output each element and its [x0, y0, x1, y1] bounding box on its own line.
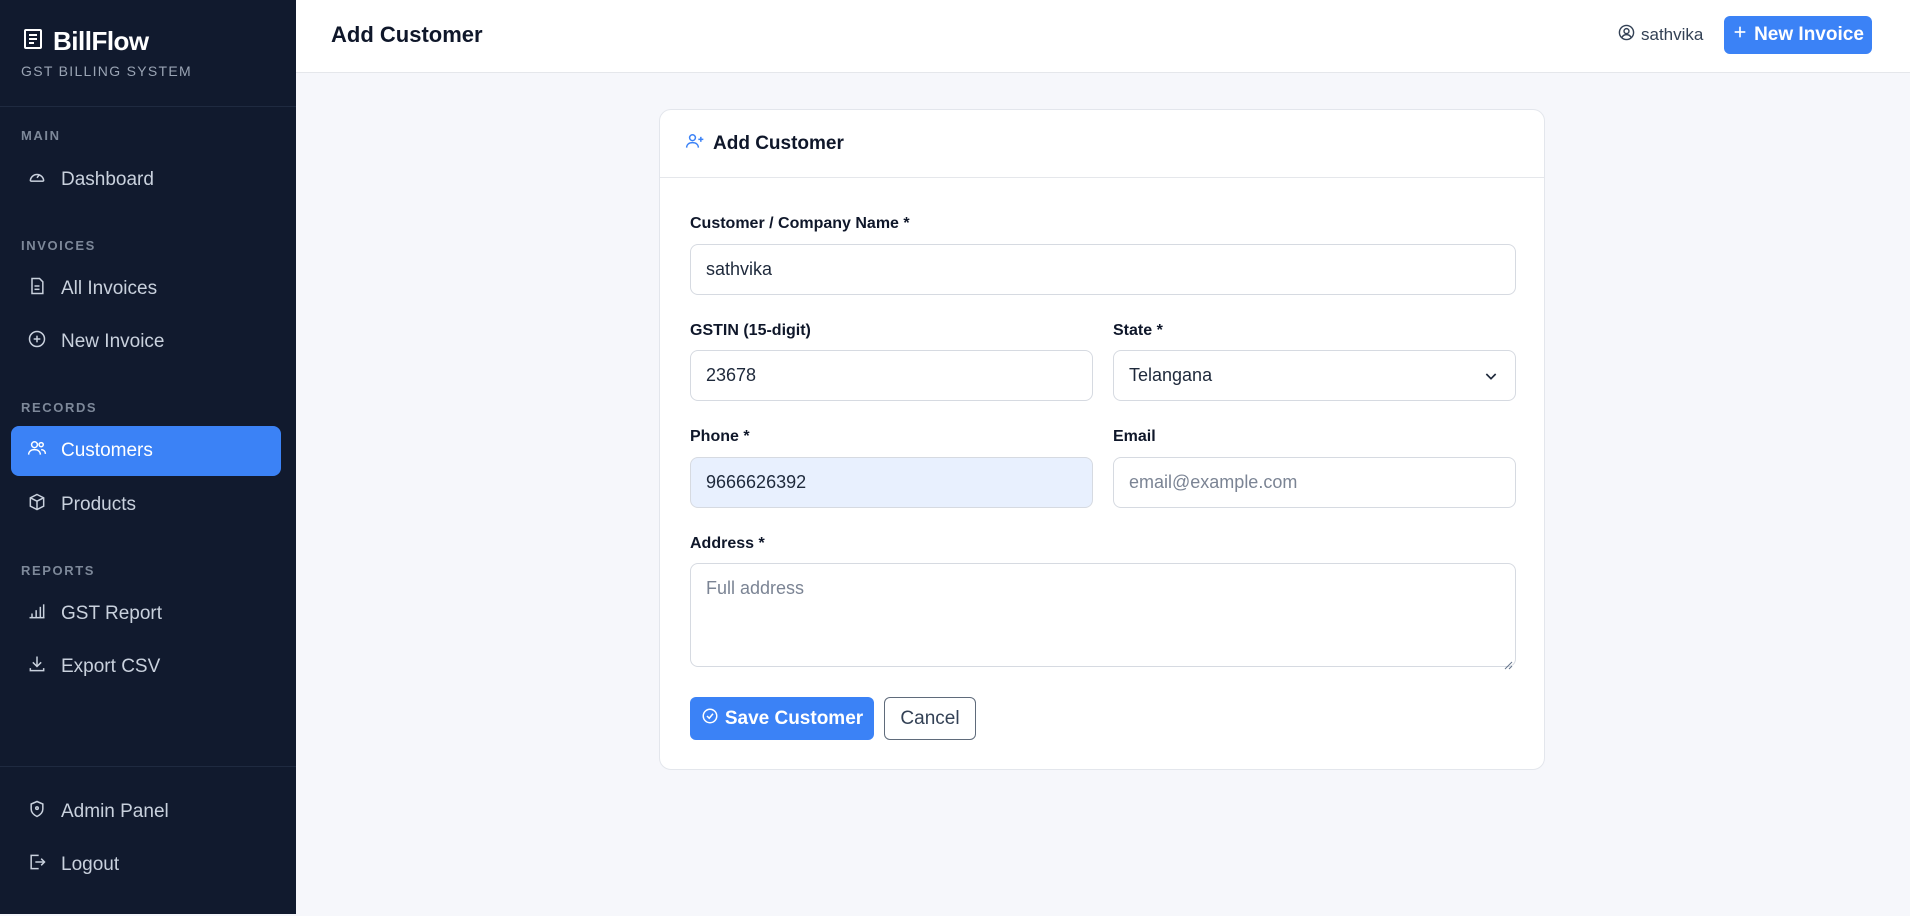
- user-plus-icon: [685, 131, 705, 156]
- sidebar-item-dashboard[interactable]: Dashboard: [11, 155, 281, 205]
- gstin-input[interactable]: 23678: [690, 350, 1093, 401]
- section-label-records: RECORDS: [21, 400, 98, 415]
- sidebar-item-export-csv[interactable]: Export CSV: [11, 642, 281, 692]
- section-label-reports: REPORTS: [21, 563, 96, 578]
- brand: BillFlow GST BILLING SYSTEM: [0, 0, 296, 107]
- sidebar-item-new-invoice[interactable]: New Invoice: [11, 317, 281, 367]
- brand-title: BillFlow: [53, 26, 149, 56]
- save-customer-button[interactable]: Save Customer: [690, 697, 874, 740]
- gstin-label: GSTIN (15-digit): [690, 322, 811, 339]
- box-icon: [27, 492, 47, 518]
- sidebar-item-label: Export CSV: [61, 656, 161, 677]
- sidebar-item-label: GST Report: [61, 603, 163, 624]
- customer-name-value: sathvika: [706, 259, 773, 279]
- receipt-icon: [21, 27, 45, 56]
- download-icon: [27, 654, 47, 680]
- document-icon: [27, 276, 47, 302]
- shield-icon: [27, 799, 47, 825]
- resize-handle-icon[interactable]: [1503, 654, 1513, 670]
- cancel-label: Cancel: [900, 707, 960, 729]
- logout-icon: [27, 852, 47, 878]
- brand-subtitle: GST BILLING SYSTEM: [21, 63, 192, 79]
- sidebar-item-label: Customers: [61, 440, 153, 461]
- address-label: Address *: [690, 535, 765, 552]
- save-customer-label: Save Customer: [724, 707, 864, 729]
- cancel-button[interactable]: Cancel: [884, 697, 976, 740]
- sidebar-item-gst-report[interactable]: GST Report: [11, 589, 281, 639]
- address-placeholder: Full address: [706, 578, 805, 598]
- chevron-down-icon: [1483, 368, 1499, 384]
- email-label: Email: [1113, 428, 1156, 445]
- sidebar-item-label: Dashboard: [61, 169, 154, 190]
- section-label-main: MAIN: [21, 128, 61, 143]
- name-label: Customer / Company Name *: [690, 215, 910, 232]
- phone-input[interactable]: 9666626392: [690, 457, 1093, 508]
- username: sathvika: [1641, 25, 1704, 44]
- phone-label: Phone *: [690, 428, 750, 445]
- address-textarea[interactable]: Full address: [690, 563, 1516, 670]
- new-invoice-button[interactable]: New Invoice: [1724, 16, 1872, 54]
- sidebar-item-customers[interactable]: Customers: [11, 426, 281, 476]
- sidebar-item-admin-panel[interactable]: Admin Panel: [11, 787, 281, 837]
- phone-value: 9666626392: [706, 472, 807, 492]
- check-circle-icon: [701, 707, 719, 731]
- page-title: Add Customer: [331, 22, 483, 47]
- sidebar-item-label: All Invoices: [61, 278, 158, 299]
- new-invoice-label: New Invoice: [1754, 24, 1864, 45]
- card-header: Add Customer: [660, 110, 1544, 178]
- plus-icon: [1732, 24, 1748, 46]
- plus-circle-icon: [27, 329, 47, 355]
- top-header: Add Customer sathvika New Invoice: [296, 0, 1910, 73]
- add-customer-card: Add Customer Customer / Company Name * s…: [659, 109, 1545, 770]
- sidebar-item-label: New Invoice: [61, 331, 165, 352]
- sidebar-item-label: Products: [61, 494, 136, 515]
- card-title: Add Customer: [713, 132, 844, 154]
- users-icon: [27, 438, 47, 464]
- state-value: Telangana: [1129, 365, 1213, 385]
- user-menu[interactable]: sathvika: [1618, 24, 1703, 46]
- gstin-value: 23678: [706, 365, 757, 385]
- sidebar-footer: [0, 766, 296, 767]
- sidebar-item-all-invoices[interactable]: All Invoices: [11, 264, 281, 314]
- email-input[interactable]: email@example.com: [1113, 457, 1516, 508]
- sidebar-item-logout[interactable]: Logout: [11, 840, 281, 890]
- email-placeholder: email@example.com: [1129, 472, 1298, 492]
- user-circle-icon: [1618, 24, 1635, 46]
- customer-name-input[interactable]: sathvika: [690, 244, 1516, 295]
- sidebar: BillFlow GST BILLING SYSTEM MAIN Dashboa…: [0, 0, 296, 914]
- dashboard-gauge-icon: [27, 167, 47, 193]
- section-label-invoices: INVOICES: [21, 238, 96, 253]
- bar-chart-icon: [27, 601, 47, 627]
- sidebar-item-label: Admin Panel: [61, 801, 169, 822]
- sidebar-item-products[interactable]: Products: [11, 480, 281, 530]
- state-label: State *: [1113, 322, 1163, 339]
- sidebar-item-label: Logout: [61, 854, 120, 875]
- state-select[interactable]: Telangana: [1113, 350, 1516, 401]
